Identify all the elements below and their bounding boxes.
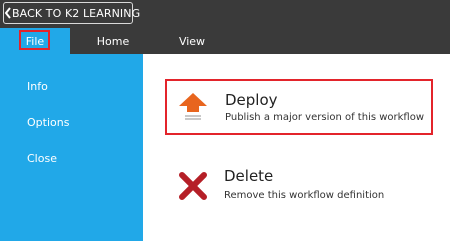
delete-title: Delete xyxy=(224,167,274,185)
sidebar-item-info[interactable]: Info xyxy=(27,80,48,93)
back-button[interactable]: BACK TO K2 LEARNING xyxy=(3,2,140,24)
chevron-left-icon xyxy=(4,3,12,23)
deploy-title: Deploy xyxy=(225,91,278,109)
deploy-action[interactable]: Deploy Publish a major version of this w… xyxy=(165,79,433,135)
delete-action[interactable]: Delete Remove this workflow definition xyxy=(165,164,433,220)
ribbon-tab-bar: File Home View xyxy=(0,28,450,54)
deploy-description: Publish a major version of this workflow xyxy=(225,112,425,123)
delete-description: Remove this workflow definition xyxy=(224,190,385,201)
tab-file-label: File xyxy=(25,34,45,48)
sidebar-item-options[interactable]: Options xyxy=(27,116,69,129)
sidebar-item-close[interactable]: Close xyxy=(27,152,57,165)
tab-view[interactable]: View xyxy=(157,28,227,54)
delete-x-icon xyxy=(177,170,209,202)
tab-view-label: View xyxy=(178,34,206,48)
file-main-panel: Deploy Publish a major version of this w… xyxy=(143,54,450,241)
tab-home-label: Home xyxy=(96,34,130,48)
file-sidebar: Info Options Close xyxy=(0,54,143,241)
top-bar: BACK TO K2 LEARNING xyxy=(0,0,450,28)
deploy-upload-arrow-icon xyxy=(177,91,209,123)
back-button-label: BACK TO K2 LEARNING xyxy=(12,6,141,20)
tab-home[interactable]: Home xyxy=(78,28,148,54)
